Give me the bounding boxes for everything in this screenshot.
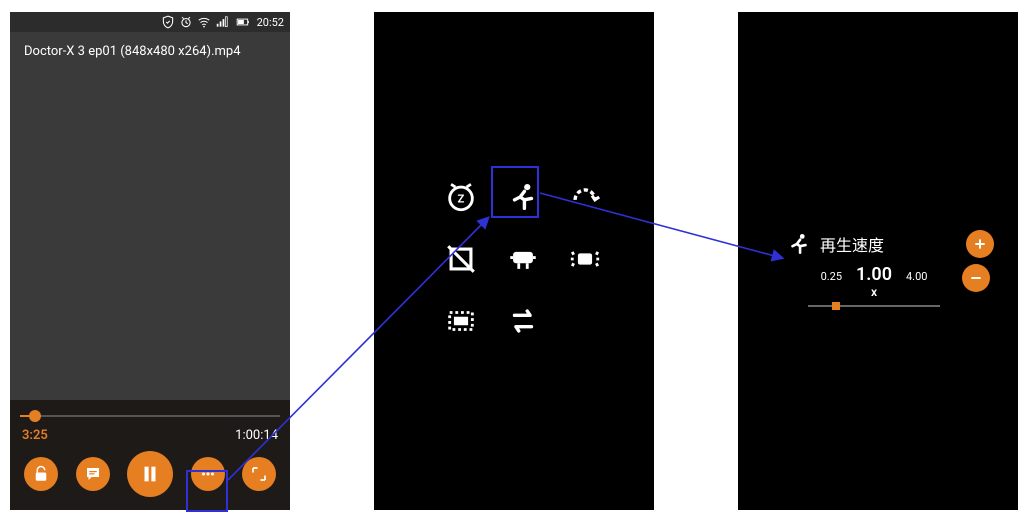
signal-icon <box>215 15 229 29</box>
alarm-icon <box>179 15 193 29</box>
subtitle-button[interactable] <box>76 457 110 491</box>
running-icon <box>786 231 812 257</box>
popup-button[interactable] <box>436 296 486 346</box>
total-time-label: 1:00:14 <box>235 428 278 443</box>
subtitle-icon <box>84 465 102 483</box>
jump-to-button[interactable] <box>560 172 610 222</box>
speed-increase-button[interactable] <box>966 230 994 258</box>
audio-track-button[interactable] <box>498 234 548 284</box>
seek-bar[interactable] <box>20 408 280 424</box>
expand-icon <box>250 465 268 483</box>
sleep-timer-button[interactable]: Z <box>436 172 486 222</box>
playback-speed-panel: 再生速度 0.25 1.00 4.00 x <box>786 230 994 311</box>
aspect-ratio-button[interactable] <box>436 234 486 284</box>
expand-button[interactable] <box>242 457 276 491</box>
chapters-button[interactable] <box>560 234 610 284</box>
shield-icon <box>161 15 175 29</box>
speed-slider[interactable] <box>808 301 940 311</box>
video-file-title: Doctor-X 3 ep01 (848x480 x264).mp4 <box>10 32 290 71</box>
jump-icon <box>568 180 602 214</box>
speed-title: 再生速度 <box>820 232 958 256</box>
playback-speed-button[interactable] <box>498 172 548 222</box>
plus-icon <box>972 236 988 252</box>
svg-text:Z: Z <box>458 192 465 206</box>
video-area[interactable]: Doctor-X 3 ep01 (848x480 x264).mp4 <box>10 32 290 400</box>
popup-icon <box>444 304 478 338</box>
speed-current-label: 1.00 <box>856 264 892 285</box>
advanced-menu-grid: Z <box>436 172 610 346</box>
more-icon <box>199 465 217 483</box>
wifi-icon <box>197 15 211 29</box>
chapters-icon <box>568 242 602 276</box>
speed-max-label: 4.00 <box>906 270 927 283</box>
status-bar: 20:52 <box>10 12 290 32</box>
more-button[interactable] <box>191 457 225 491</box>
phone-screen-speed-panel: 再生速度 0.25 1.00 4.00 x <box>738 12 1018 510</box>
lock-icon <box>32 465 50 483</box>
lock-button[interactable] <box>24 457 58 491</box>
repeat-button[interactable] <box>498 296 548 346</box>
sleep-timer-icon: Z <box>444 180 478 214</box>
crop-off-icon <box>444 242 478 276</box>
pause-button[interactable] <box>127 451 173 497</box>
running-icon <box>506 180 540 214</box>
minus-icon <box>968 270 984 286</box>
player-controls: 3:25 1:00:14 <box>10 400 290 510</box>
pause-icon <box>139 463 161 485</box>
repeat-icon <box>506 304 540 338</box>
phone-screen-player: 20:52 Doctor-X 3 ep01 (848x480 x264).mp4… <box>10 12 290 510</box>
battery-icon <box>233 15 253 29</box>
audio-track-icon <box>506 242 540 276</box>
speed-min-label: 0.25 <box>821 270 842 283</box>
phone-screen-more-menu: Z <box>374 12 654 510</box>
speed-decrease-button[interactable] <box>962 264 990 292</box>
status-time: 20:52 <box>257 16 284 29</box>
speed-unit-label: x <box>786 285 962 299</box>
current-time-label: 3:25 <box>22 428 48 443</box>
